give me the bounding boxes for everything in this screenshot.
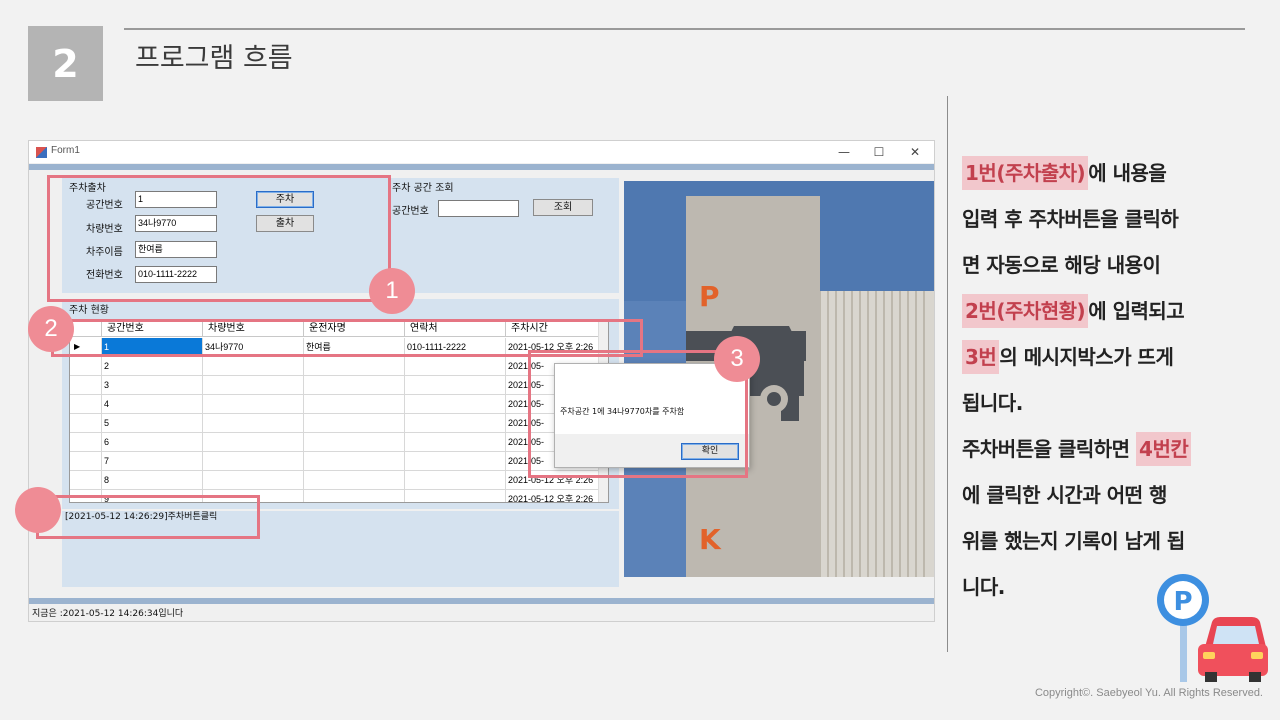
grid-cell-phone[interactable] <box>405 395 506 414</box>
desc-line-9: 위를 했는지 기록이 남게 됩 <box>962 529 1185 553</box>
grid-cell-phone[interactable] <box>405 452 506 471</box>
annotation-box-3 <box>528 350 748 478</box>
grid-cell-time[interactable]: 2021-05-12 오후 2:26 <box>506 490 607 502</box>
grid-row-header[interactable] <box>70 395 102 414</box>
grid-cell-space[interactable]: 7 <box>102 452 203 471</box>
annotation-badge-4 <box>15 487 61 533</box>
highlight-2: 2번(주차현황) <box>962 294 1089 328</box>
minimize-button[interactable]: — <box>829 142 859 162</box>
annotation-box-1 <box>47 175 391 302</box>
grid-cell-car[interactable] <box>203 376 304 395</box>
status-bar-text: 지금은 :2021-05-12 14:26:34입니다 <box>32 609 184 619</box>
desc-line-7: 주차버튼을 클릭하면 <box>962 437 1137 461</box>
grid-cell-driver[interactable] <box>304 395 405 414</box>
vertical-divider <box>947 96 948 652</box>
lookup-group <box>390 178 619 293</box>
desc-line-4: 에 입력되고 <box>1088 299 1185 323</box>
desc-line-2: 입력 후 주차버튼을 클릭하 <box>962 207 1179 231</box>
app-icon <box>36 147 47 158</box>
annotation-badge-3: 3 <box>714 336 760 382</box>
grid-cell-phone[interactable] <box>405 376 506 395</box>
lookup-button[interactable]: 조회 <box>533 199 593 216</box>
annotation-badge-2: 2 <box>28 306 74 352</box>
slide-number: 2 <box>28 26 103 101</box>
maximize-button[interactable]: ☐ <box>864 142 894 162</box>
grid-cell-car[interactable] <box>203 395 304 414</box>
lookup-space-input[interactable] <box>438 200 519 217</box>
grid-cell-space[interactable]: 4 <box>102 395 203 414</box>
grid-cell-car[interactable] <box>203 357 304 376</box>
desc-line-5: 의 메시지박스가 뜨게 <box>999 345 1174 369</box>
grid-cell-car[interactable] <box>203 452 304 471</box>
lookup-group-title: 주차 공간 조회 <box>392 183 454 194</box>
window-title: Form1 <box>51 145 80 156</box>
slide-title: 프로그램 흐름 <box>135 43 293 74</box>
grid-cell-phone[interactable] <box>405 490 506 502</box>
grid-cell-space[interactable]: 8 <box>102 471 203 490</box>
grid-cell-car[interactable] <box>203 433 304 452</box>
svg-text:P: P <box>1173 587 1192 617</box>
grid-cell-space[interactable]: 2 <box>102 357 203 376</box>
grid-row-header[interactable] <box>70 357 102 376</box>
highlight-4: 4번칸 <box>1136 432 1192 466</box>
highlight-3: 3번 <box>962 340 1000 374</box>
grid-cell-driver[interactable] <box>304 376 405 395</box>
grid-cell-driver[interactable] <box>304 490 405 502</box>
status-group-title: 주차 현황 <box>69 305 109 316</box>
highlight-1: 1번(주차출차) <box>962 156 1089 190</box>
description-text: 1번(주차출차) 에 내용을 입력 후 주차버튼을 클릭하 면 자동으로 해당 내… <box>962 150 1254 610</box>
grid-cell-space[interactable]: 5 <box>102 414 203 433</box>
grid-cell-space[interactable]: 6 <box>102 433 203 452</box>
grid-row-header[interactable] <box>70 452 102 471</box>
grid-cell-car[interactable] <box>203 414 304 433</box>
grid-cell-driver[interactable] <box>304 357 405 376</box>
desc-line-8: 에 클릭한 시간과 어떤 행 <box>962 483 1167 507</box>
grid-cell-driver[interactable] <box>304 414 405 433</box>
desc-line-3: 면 자동으로 해당 내용이 <box>962 253 1161 277</box>
grid-row-header[interactable] <box>70 414 102 433</box>
lookup-space-label: 공간번호 <box>392 206 429 217</box>
desc-line-1: 에 내용을 <box>1088 161 1167 185</box>
grid-row-header[interactable] <box>70 471 102 490</box>
window-titlebar: Form1 — ☐ ✕ <box>29 141 934 163</box>
grid-cell-driver[interactable] <box>304 471 405 490</box>
grid-cell-phone[interactable] <box>405 433 506 452</box>
photo-letter-p: P <box>699 280 720 313</box>
close-button[interactable]: ✕ <box>900 142 930 162</box>
grid-cell-phone[interactable] <box>405 414 506 433</box>
annotation-badge-1: 1 <box>369 268 415 314</box>
title-rule <box>124 28 1245 30</box>
parking-sign-icon: P <box>1157 574 1268 682</box>
annotation-box-4 <box>36 495 260 539</box>
footer-strip <box>29 598 934 604</box>
desc-line-6: 됩니다. <box>962 391 1023 415</box>
grid-row-header[interactable] <box>70 433 102 452</box>
header-strip <box>29 164 934 170</box>
grid-cell-driver[interactable] <box>304 452 405 471</box>
copyright: Copyright©. Saebyeol Yu. All Rights Rese… <box>1034 687 1263 699</box>
parking-car-illustration: P <box>1150 572 1268 684</box>
grid-cell-phone[interactable] <box>405 357 506 376</box>
grid-cell-car[interactable] <box>203 471 304 490</box>
grid-cell-phone[interactable] <box>405 471 506 490</box>
grid-cell-driver[interactable] <box>304 433 405 452</box>
grid-cell-space[interactable]: 3 <box>102 376 203 395</box>
grid-row-header[interactable] <box>70 376 102 395</box>
photo-letter-k: K <box>699 523 722 556</box>
